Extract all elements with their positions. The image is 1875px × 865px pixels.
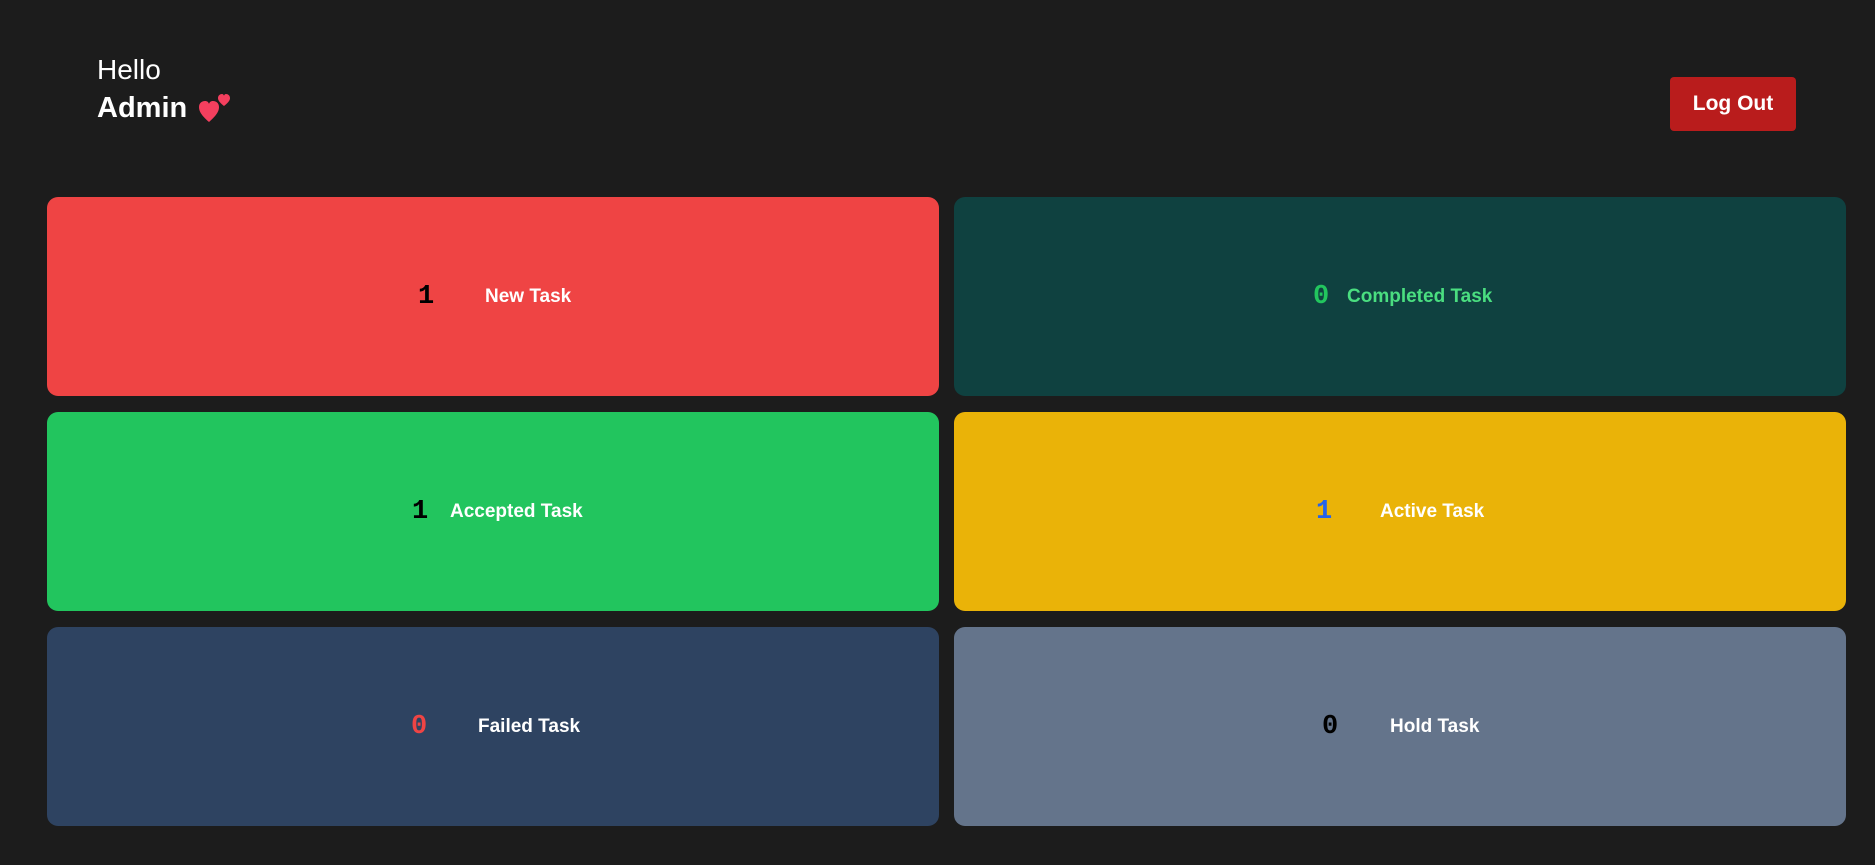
card-new-task[interactable]: 1 New Task — [47, 197, 939, 396]
card-label: Active Task — [1380, 500, 1485, 522]
card-count: 0 — [1313, 281, 1330, 312]
card-failed-task[interactable]: 0 Failed Task — [47, 627, 939, 826]
hello-text: Hello — [97, 54, 161, 85]
card-count: 1 — [418, 281, 435, 312]
card-count: 0 — [411, 711, 428, 742]
card-accepted-task[interactable]: 1 Accepted Task — [47, 412, 939, 611]
card-active-task[interactable]: 1 Active Task — [954, 412, 1846, 611]
card-completed-task[interactable]: 0 Completed Task — [954, 197, 1846, 396]
card-label: New Task — [485, 285, 572, 307]
card-label: Hold Task — [1390, 715, 1480, 737]
card-hold-task[interactable]: 0 Hold Task — [954, 627, 1846, 826]
log-out-button[interactable]: Log Out — [1670, 77, 1796, 131]
greeting: Hello Admin — [97, 52, 233, 128]
username: Admin — [97, 92, 188, 124]
card-count: 1 — [412, 496, 429, 527]
two-hearts-icon — [199, 92, 233, 124]
card-count: 1 — [1316, 496, 1333, 527]
header: Hello Admin Log Out — [0, 0, 1875, 160]
card-label: Completed Task — [1347, 285, 1493, 307]
user-line: Admin — [97, 88, 233, 128]
card-label: Failed Task — [478, 715, 581, 737]
task-summary-grid: 1 New Task 0 Completed Task 1 Accepted T… — [47, 197, 1846, 826]
card-label: Accepted Task — [450, 500, 583, 522]
card-count: 0 — [1322, 711, 1339, 742]
